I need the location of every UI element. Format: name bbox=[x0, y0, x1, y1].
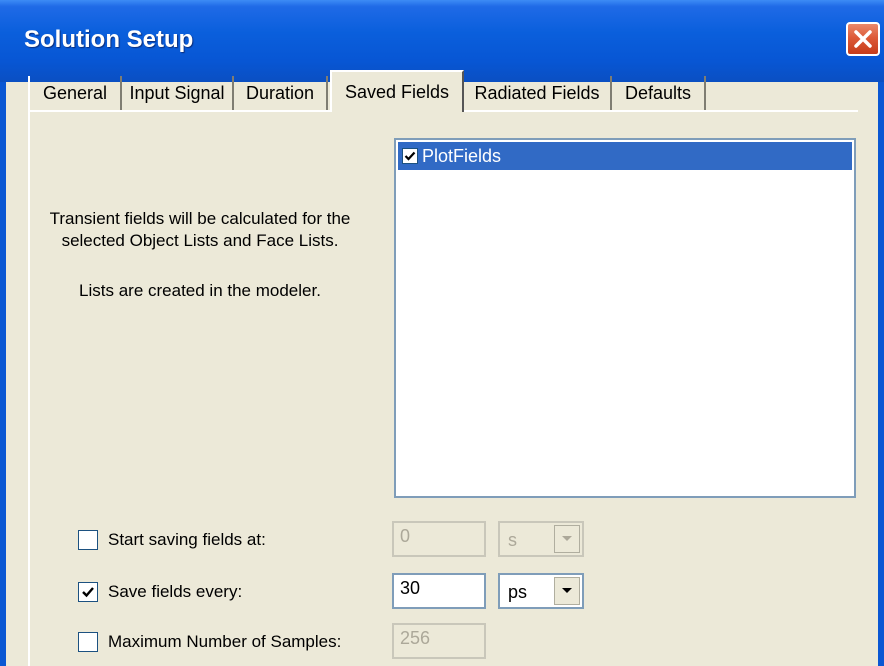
field-lists-listbox[interactable]: PlotFields bbox=[394, 138, 856, 498]
max-samples-label: Maximum Number of Samples: bbox=[108, 632, 342, 651]
chevron-down-icon bbox=[562, 588, 572, 593]
start-saving-checkbox[interactable] bbox=[78, 530, 98, 550]
close-button[interactable] bbox=[846, 22, 880, 56]
save-every-unit-dropdown-button[interactable] bbox=[554, 577, 580, 605]
window-border-right bbox=[878, 82, 884, 666]
save-every-input[interactable]: 30 bbox=[392, 573, 486, 609]
save-every-checkbox[interactable] bbox=[78, 582, 98, 602]
tab-duration[interactable]: Duration bbox=[234, 76, 328, 110]
plotfields-checkbox[interactable] bbox=[402, 148, 418, 164]
window-title: Solution Setup bbox=[24, 26, 194, 53]
info-line-1: Transient fields will be calculated for … bbox=[49, 209, 351, 228]
start-saving-unit-select[interactable]: s bbox=[498, 521, 584, 557]
chevron-down-icon bbox=[562, 536, 572, 541]
list-item[interactable]: PlotFields bbox=[398, 142, 852, 170]
list-item-label: PlotFields bbox=[422, 146, 502, 166]
window-border-left bbox=[0, 82, 6, 666]
start-saving-unit-dropdown-button[interactable] bbox=[554, 525, 580, 553]
tab-saved-fields[interactable]: Saved Fields bbox=[330, 70, 464, 112]
start-saving-unit-value: s bbox=[508, 530, 517, 550]
checkmark-icon bbox=[404, 151, 416, 161]
tab-radiated-fields[interactable]: Radiated Fields bbox=[464, 76, 612, 110]
max-samples-input[interactable]: 256 bbox=[392, 623, 486, 659]
info-line-3: Lists are created in the modeler. bbox=[79, 281, 321, 300]
tab-general[interactable]: General bbox=[28, 76, 122, 110]
close-icon bbox=[854, 30, 872, 48]
start-saving-input[interactable]: 0 bbox=[392, 521, 486, 557]
info-line-2: selected Object Lists and Face Lists. bbox=[61, 231, 339, 250]
tab-input-signal[interactable]: Input Signal bbox=[122, 76, 234, 110]
save-every-unit-value: ps bbox=[508, 582, 528, 602]
max-samples-checkbox[interactable] bbox=[78, 632, 98, 652]
start-saving-label: Start saving fields at: bbox=[108, 530, 266, 549]
solution-setup-dialog: Solution Setup General Input Signal Dura… bbox=[0, 0, 884, 666]
save-every-label: Save fields every: bbox=[108, 582, 243, 601]
checkmark-icon bbox=[82, 587, 94, 598]
tab-defaults[interactable]: Defaults bbox=[612, 76, 706, 110]
save-every-unit-select[interactable]: ps bbox=[498, 573, 584, 609]
